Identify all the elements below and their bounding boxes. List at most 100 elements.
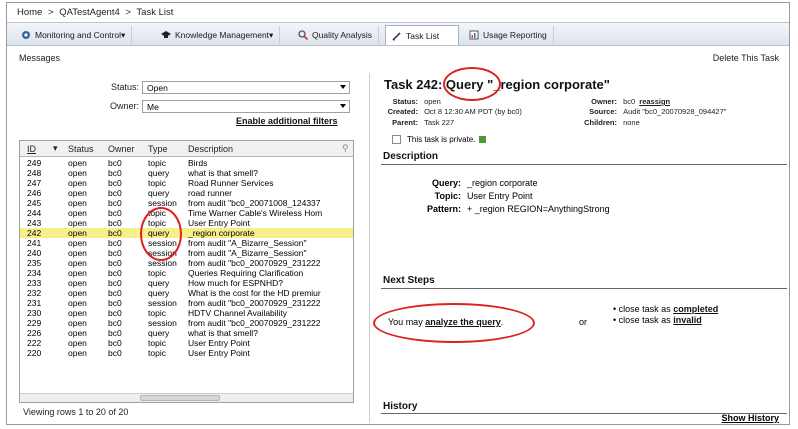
task-children: Children: none <box>577 118 640 127</box>
horizontal-scrollbar[interactable] <box>20 393 353 402</box>
table-row[interactable]: 234 open bc0 topic Queries Requiring Clarifi… <box>20 268 353 278</box>
magnifier-icon <box>298 30 309 41</box>
reassign-link[interactable]: reassign <box>639 97 670 106</box>
breadcrumb-home[interactable]: Home <box>17 7 42 18</box>
cell-description: what is that smell? <box>188 328 258 338</box>
cell-description: User Entry Point <box>188 218 250 228</box>
table-row[interactable]: 240 open bc0 session from audit "A_Bizarre_S… <box>20 248 353 258</box>
meta-label: Children: <box>584 118 617 127</box>
tab-monitoring-and-control[interactable]: Monitoring and Control▾ <box>15 26 133 44</box>
column-header-status[interactable]: Status <box>68 144 94 154</box>
breadcrumb-agent[interactable]: QATestAgent4 <box>59 7 120 18</box>
status-select[interactable]: Open <box>142 81 350 94</box>
cell-type: session <box>148 198 177 208</box>
column-header-type[interactable]: Type <box>148 144 168 154</box>
breadcrumb-separator: > <box>47 7 54 18</box>
cell-owner: bc0 <box>108 268 122 278</box>
cell-type: topic <box>148 308 166 318</box>
table-row[interactable]: 248 open bc0 query what is that smell? <box>20 168 353 178</box>
column-header-owner[interactable]: Owner <box>108 144 135 154</box>
owner-filter-label: Owner: <box>109 101 139 111</box>
table-row[interactable]: 229 open bc0 session from audit "bc0_2007092… <box>20 318 353 328</box>
table-row[interactable]: 230 open bc0 topic HDTV Channel Availability <box>20 308 353 318</box>
help-icon[interactable] <box>479 136 487 143</box>
cell-description: What is the cost for the HD premiur <box>188 288 321 298</box>
cell-owner: bc0 <box>108 278 122 288</box>
cell-owner: bc0 <box>108 318 122 328</box>
cell-type: query <box>148 188 170 198</box>
cell-status: open <box>68 168 87 178</box>
sort-desc-icon: ▾ <box>53 143 58 153</box>
cell-owner: bc0 <box>108 188 122 198</box>
cell-status: open <box>68 188 87 198</box>
table-row[interactable]: 245 open bc0 session from audit "bc0_2007100… <box>20 198 353 208</box>
cell-owner: bc0 <box>108 228 122 238</box>
table-row[interactable]: 220 open bc0 topic User Entry Point <box>20 348 353 358</box>
scrollbar-thumb[interactable] <box>140 395 220 401</box>
table-row[interactable]: 247 open bc0 topic Road Runner Services <box>20 178 353 188</box>
close-invalid-link[interactable]: invalid <box>673 315 702 325</box>
meta-value: Oct 8 12:30 AM PDT (by bc0) <box>424 107 522 116</box>
status-filter-label: Status: <box>110 82 139 92</box>
tab-usage-reporting[interactable]: Usage Reporting <box>463 26 554 44</box>
private-label: This task is private. <box>407 135 476 144</box>
show-history-link[interactable]: Show History <box>721 413 779 423</box>
table-row[interactable]: 226 open bc0 query what is that smell? <box>20 328 353 338</box>
table-row[interactable]: 246 open bc0 query road runner <box>20 188 353 198</box>
table-row[interactable]: 244 open bc0 topic Time Warner Cable's Wirel… <box>20 208 353 218</box>
field-value: + _region REGION=AnythingStrong <box>467 204 610 214</box>
cell-status: open <box>68 158 87 168</box>
history-heading: History <box>383 401 418 412</box>
table-body: 249 open bc0 topic Birds 248 open bc0 query what … <box>20 158 353 358</box>
tab-quality-analysis[interactable]: Quality Analysis <box>292 26 379 44</box>
task-created: Created: Oct 8 12:30 AM PDT (by bc0) <box>380 107 522 116</box>
table-row[interactable]: 249 open bc0 topic Birds <box>20 158 353 168</box>
close-task-options: • close task as completed • close task a… <box>613 304 718 326</box>
cell-id: 242 <box>27 228 42 238</box>
cell-id: 244 <box>27 208 42 218</box>
meta-value: Audit "bc0_20070928_094427" <box>623 107 727 116</box>
cell-id: 234 <box>27 268 42 278</box>
cell-status: open <box>68 228 87 238</box>
column-header-description[interactable]: Description <box>188 144 233 154</box>
cell-description: from audit "bc0_20070929_231222 <box>188 258 321 268</box>
cell-id: 247 <box>27 178 42 188</box>
owner-select[interactable]: Me <box>142 100 350 113</box>
tab-knowledge-management[interactable]: Knowledge Management▾ <box>155 26 281 44</box>
breadcrumb: Home > QATestAgent4 > Task List <box>17 7 176 18</box>
cell-description: Queries Requiring Clarification <box>188 268 304 278</box>
table-row[interactable]: 231 open bc0 session from audit "bc0_2007092… <box>20 298 353 308</box>
meta-label: Source: <box>589 107 617 116</box>
section-divider <box>381 288 787 289</box>
table-row[interactable]: 232 open bc0 query What is the cost for the … <box>20 288 353 298</box>
cell-status: open <box>68 278 87 288</box>
column-header-id[interactable]: ID <box>27 144 36 154</box>
task-owner: Owner: bc0 reassign <box>577 97 670 106</box>
close-completed-link[interactable]: completed <box>673 304 718 314</box>
cell-type: topic <box>148 268 166 278</box>
table-row[interactable]: 222 open bc0 topic User Entry Point <box>20 338 353 348</box>
cell-id: 222 <box>27 338 42 348</box>
private-checkbox[interactable] <box>392 135 401 144</box>
cell-description: Road Runner Services <box>188 178 274 188</box>
table-row[interactable]: 241 open bc0 session from audit "A_Bizarre_S… <box>20 238 353 248</box>
cell-owner: bc0 <box>108 248 122 258</box>
cell-owner: bc0 <box>108 308 122 318</box>
cell-id: 220 <box>27 348 42 358</box>
cell-description: Time Warner Cable's Wireless Hom <box>188 208 323 218</box>
close-completed-item: • close task as completed <box>613 304 719 314</box>
or-label: or <box>579 317 588 327</box>
cell-owner: bc0 <box>108 198 122 208</box>
tab-label: Task List <box>406 30 440 41</box>
table-row[interactable]: 233 open bc0 query How much for ESPNHD? <box>20 278 353 288</box>
delete-task-link[interactable]: Delete This Task <box>713 53 779 63</box>
table-row[interactable]: 243 open bc0 topic User Entry Point <box>20 218 353 228</box>
enable-additional-filters-link[interactable]: Enable additional filters <box>236 116 338 126</box>
tab-task-list[interactable]: Task List <box>385 25 459 45</box>
cell-description: _region corporate <box>188 228 255 238</box>
meta-label: Status: <box>392 97 418 106</box>
breadcrumb-separator: > <box>125 7 131 18</box>
search-icon[interactable]: ⚲ <box>342 143 349 154</box>
table-row[interactable]: 235 open bc0 session from audit "bc0_2007092… <box>20 258 353 268</box>
table-row[interactable]: 242 open bc0 query _region corporate <box>20 228 353 238</box>
